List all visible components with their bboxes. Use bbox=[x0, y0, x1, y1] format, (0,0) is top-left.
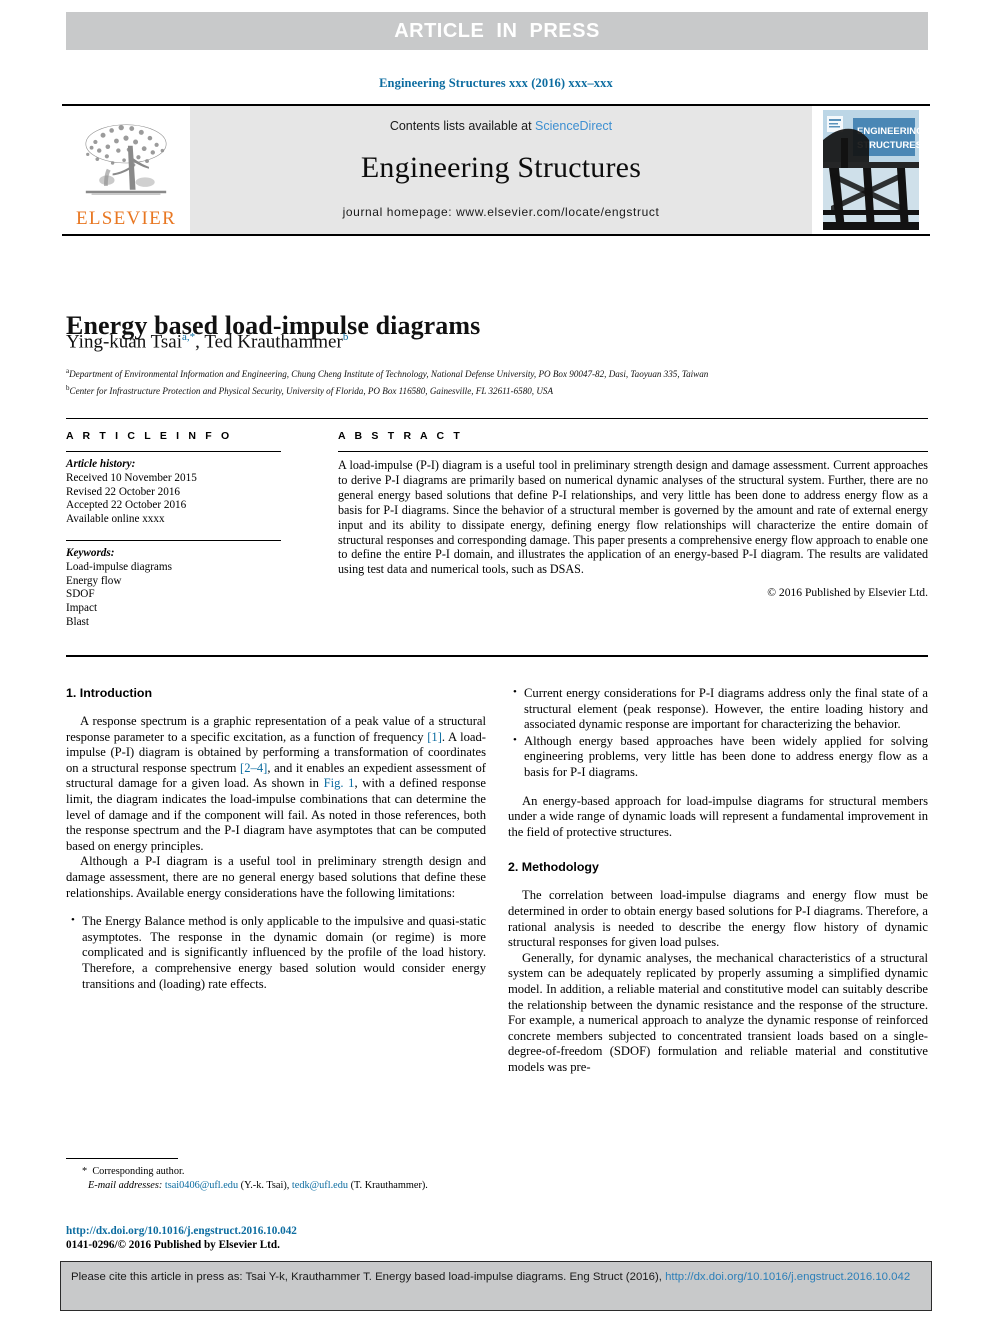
affiliation-text: Center for Infrastructure Protection and… bbox=[69, 385, 554, 396]
elsevier-wordmark: ELSEVIER bbox=[75, 208, 177, 229]
email-link-tsai[interactable]: tsai0406@ufl.edu bbox=[165, 1180, 238, 1191]
list-item: Although energy based approaches have be… bbox=[513, 733, 928, 781]
elsevier-tree-icon bbox=[85, 124, 167, 195]
article-history-label: Article history: bbox=[66, 458, 136, 470]
masthead-center: Contents lists available at ScienceDirec… bbox=[190, 106, 812, 234]
keyword-item: Load-impulse diagrams bbox=[66, 560, 172, 573]
history-item: Received 10 November 2015 bbox=[66, 471, 197, 484]
svg-text:ENGINEERING: ENGINEERING bbox=[857, 126, 919, 137]
abstract-copyright: © 2016 Published by Elsevier Ltd. bbox=[767, 586, 928, 600]
keyword-item: SDOF bbox=[66, 588, 95, 601]
limitations-list-right: Current energy considerations for P-I di… bbox=[508, 685, 928, 781]
author-affil-mark: a,* bbox=[182, 331, 196, 343]
paragraph-energy-approach: An energy-based approach for load-impuls… bbox=[508, 793, 928, 839]
affiliation-list: aDepartment of Environmental Information… bbox=[66, 365, 946, 398]
paragraph-intro-2: Although a P-I diagram is a useful tool … bbox=[66, 854, 486, 900]
limitations-list-left: The Energy Balance method is only applic… bbox=[66, 913, 486, 992]
keywords-rule bbox=[66, 539, 281, 541]
doi-link[interactable]: http://dx.doi.org/10.1016/j.engstruct.20… bbox=[66, 1224, 506, 1238]
email-owner-1: (Y.-k. Tsai), bbox=[238, 1179, 292, 1191]
body-column-left: 1. Introduction A response spectrum is a… bbox=[66, 686, 486, 993]
footnote-rule bbox=[66, 1158, 178, 1159]
keyword-item: Blast bbox=[66, 615, 89, 628]
abstract-rule bbox=[338, 451, 928, 452]
history-item: Accepted 22 October 2016 bbox=[66, 499, 187, 512]
author-list: Ying-kuan Tsaia,*, Ted Krauthammerb bbox=[66, 331, 926, 353]
keyword-item: Impact bbox=[66, 602, 98, 615]
abstract-column: A B S T R A C T A load-impulse (P-I) dia… bbox=[338, 430, 928, 599]
citation-ref-2-4[interactable]: [2–4] bbox=[240, 761, 267, 775]
running-head: Engineering Structures xxx (2016) xxx–xx… bbox=[379, 76, 613, 90]
email-addresses-note: E-mail addresses: tsai0406@ufl.edu (Y.-k… bbox=[66, 1179, 496, 1193]
abstract-heading: A B S T R A C T bbox=[338, 430, 463, 442]
cite-this-article-box: Please cite this article in press as: Ts… bbox=[60, 1261, 932, 1311]
intro-text-a: A response spectrum is a graphic represe… bbox=[66, 714, 486, 744]
figure-ref-1[interactable]: Fig. 1 bbox=[324, 776, 355, 790]
article-info-rule bbox=[66, 451, 281, 452]
email-owner-2: (T. Krauthammer). bbox=[348, 1179, 428, 1191]
contents-available-line: Contents lists available at ScienceDirec… bbox=[390, 119, 612, 133]
info-abstract-top-rule bbox=[66, 418, 928, 419]
list-item: The Energy Balance method is only applic… bbox=[71, 913, 486, 992]
corresponding-author-note: * Corresponding author. bbox=[66, 1165, 496, 1179]
author-name: Ted Krauthammer bbox=[204, 331, 343, 353]
asterisk-icon: * bbox=[82, 1166, 88, 1177]
abstract-text: A load-impulse (P-I) diagram is a useful… bbox=[338, 458, 928, 577]
author-affil-mark: b bbox=[342, 331, 349, 343]
article-in-press-banner: ARTICLE IN PRESS bbox=[66, 12, 928, 50]
author-separator: , bbox=[195, 331, 205, 353]
keywords-label: Keywords: bbox=[66, 546, 115, 559]
article-page: ARTICLE IN PRESS Engineering Structures … bbox=[0, 0, 992, 1323]
author-name: Ying-kuan Tsai bbox=[66, 331, 183, 353]
email-link-krauthammer[interactable]: tedk@ufl.edu bbox=[292, 1180, 348, 1191]
affiliation-text: Department of Environmental Information … bbox=[69, 369, 709, 380]
affiliation-item: bCenter for Infrastructure Protection an… bbox=[66, 382, 946, 399]
cite-this-article-text: Please cite this article in press as: Ts… bbox=[71, 1269, 921, 1285]
contents-prefix: Contents lists available at bbox=[389, 119, 536, 133]
body-column-right: Current energy considerations for P-I di… bbox=[508, 685, 928, 1075]
cite-doi-link[interactable]: http://dx.doi.org/10.1016/j.engstruct.20… bbox=[665, 1271, 910, 1283]
citation-ref-1[interactable]: [1] bbox=[427, 730, 442, 744]
elsevier-logo: ELSEVIER bbox=[62, 106, 190, 234]
section-heading-methodology: 2. Methodology bbox=[508, 860, 599, 875]
keyword-item: Energy flow bbox=[66, 574, 122, 587]
corresponding-author-label: Corresponding author. bbox=[92, 1166, 185, 1177]
history-item: Available online xxxx bbox=[66, 513, 165, 526]
journal-cover-icon: ENGINEERING STRUCTURES bbox=[823, 110, 919, 230]
keywords-block: Keywords: Load-impulse diagrams Energy f… bbox=[66, 547, 281, 630]
history-item: Revised 22 October 2016 bbox=[66, 485, 181, 498]
journal-cover-thumbnail: ENGINEERING STRUCTURES bbox=[812, 106, 930, 234]
info-abstract-bottom-rule bbox=[66, 655, 928, 657]
journal-masthead: ELSEVIER Contents lists available at Sci… bbox=[62, 104, 930, 236]
sciencedirect-link[interactable]: ScienceDirect bbox=[535, 119, 612, 133]
paragraph-methodology-2: Generally, for dynamic analyses, the mec… bbox=[508, 950, 928, 1074]
cite-prefix: Please cite this article in press as: Ts… bbox=[71, 1271, 666, 1283]
paragraph-methodology-1: The correlation between load-impulse dia… bbox=[508, 888, 928, 950]
journal-title: Engineering Structures bbox=[360, 151, 642, 184]
footnote-block: * Corresponding author. E-mail addresses… bbox=[66, 1158, 496, 1192]
journal-homepage-line[interactable]: journal homepage: www.elsevier.com/locat… bbox=[343, 205, 660, 219]
article-in-press-label: ARTICLE IN PRESS bbox=[394, 19, 600, 42]
doi-footer: http://dx.doi.org/10.1016/j.engstruct.20… bbox=[66, 1224, 506, 1252]
list-item: Current energy considerations for P-I di… bbox=[513, 685, 928, 733]
email-label: E-mail addresses: bbox=[88, 1179, 163, 1191]
article-history-block: Article history: Received 10 November 20… bbox=[66, 458, 281, 527]
paragraph-intro-1: A response spectrum is a graphic represe… bbox=[66, 714, 486, 854]
issn-copyright-line: 0141-0296/© 2016 Published by Elsevier L… bbox=[66, 1239, 280, 1251]
section-heading-introduction: 1. Introduction bbox=[66, 686, 153, 700]
affiliation-item: aDepartment of Environmental Information… bbox=[66, 365, 946, 382]
article-info-column: A R T I C L E I N F O Article history: R… bbox=[66, 430, 281, 630]
article-info-heading: A R T I C L E I N F O bbox=[66, 430, 233, 442]
